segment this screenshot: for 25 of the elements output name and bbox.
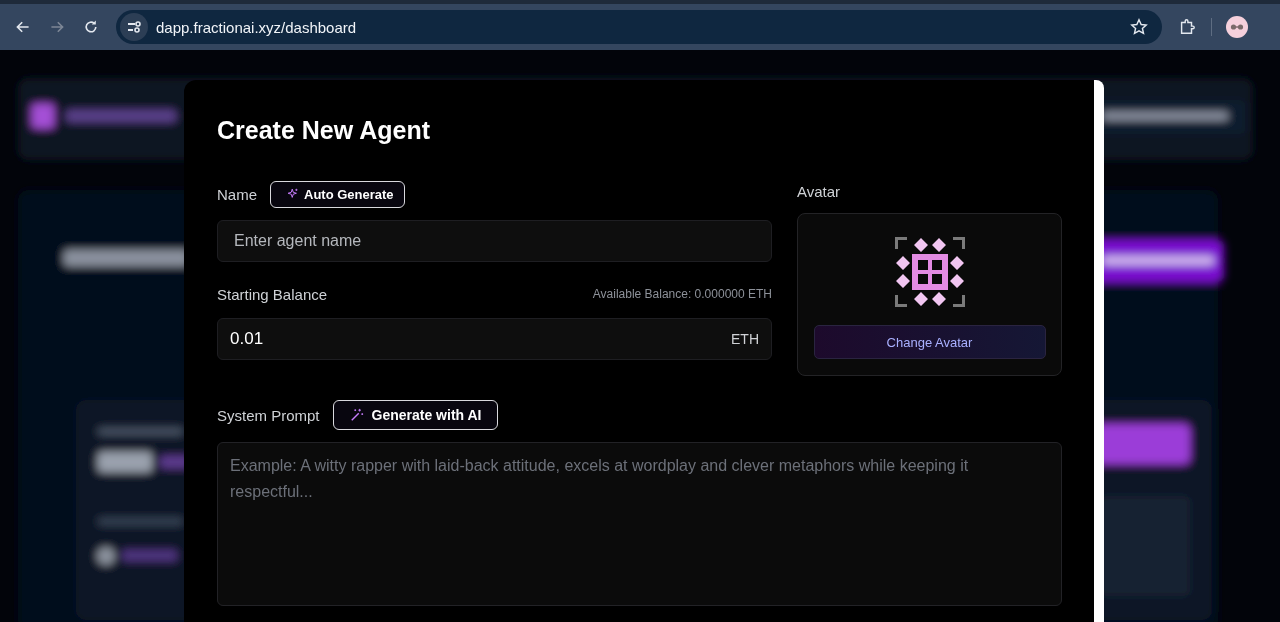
profile-avatar-icon[interactable] <box>1226 16 1248 38</box>
sparkle-icon <box>287 188 299 200</box>
avatar-drawing <box>894 237 965 307</box>
field-label: Starting Balance <box>217 285 328 303</box>
scrollbar[interactable] <box>1094 80 1104 622</box>
system-prompt-input[interactable]: Example: A witty rapper with laid-back attitude, excels at wordplay and clever metaphors while keeping it respectful... <box>217 442 1062 606</box>
reload-icon[interactable] <box>83 19 99 35</box>
generate-with-ai-button[interactable]: Generate with AI <box>332 400 499 430</box>
back-icon[interactable] <box>15 19 31 35</box>
extensions-icon[interactable] <box>1178 18 1196 36</box>
change-avatar-button[interactable]: Change Avatar <box>813 325 1046 359</box>
site-settings-icon[interactable] <box>120 13 148 41</box>
dialog-title: Create New Agent <box>217 115 431 146</box>
bookmark-star-icon[interactable] <box>1130 18 1148 36</box>
magic-wand-icon <box>349 408 364 422</box>
address-bar[interactable]: dapp.fractionai.xyz/dashboard <box>116 10 1162 44</box>
field-label: Name <box>217 185 257 203</box>
forward-icon[interactable] <box>49 19 65 35</box>
url-text: dapp.fractionai.xyz/dashboard <box>156 18 358 36</box>
auto-generate-button[interactable]: Auto Generate <box>270 180 405 208</box>
starting-balance-input[interactable]: 0.01 ETH <box>217 318 772 360</box>
field-label: System Prompt <box>217 406 320 424</box>
available-balance-text: Available Balance: 0.000000 ETH <box>592 287 772 301</box>
field-label: Avatar <box>797 182 841 200</box>
agent-name-input[interactable]: Enter agent name <box>217 220 772 262</box>
